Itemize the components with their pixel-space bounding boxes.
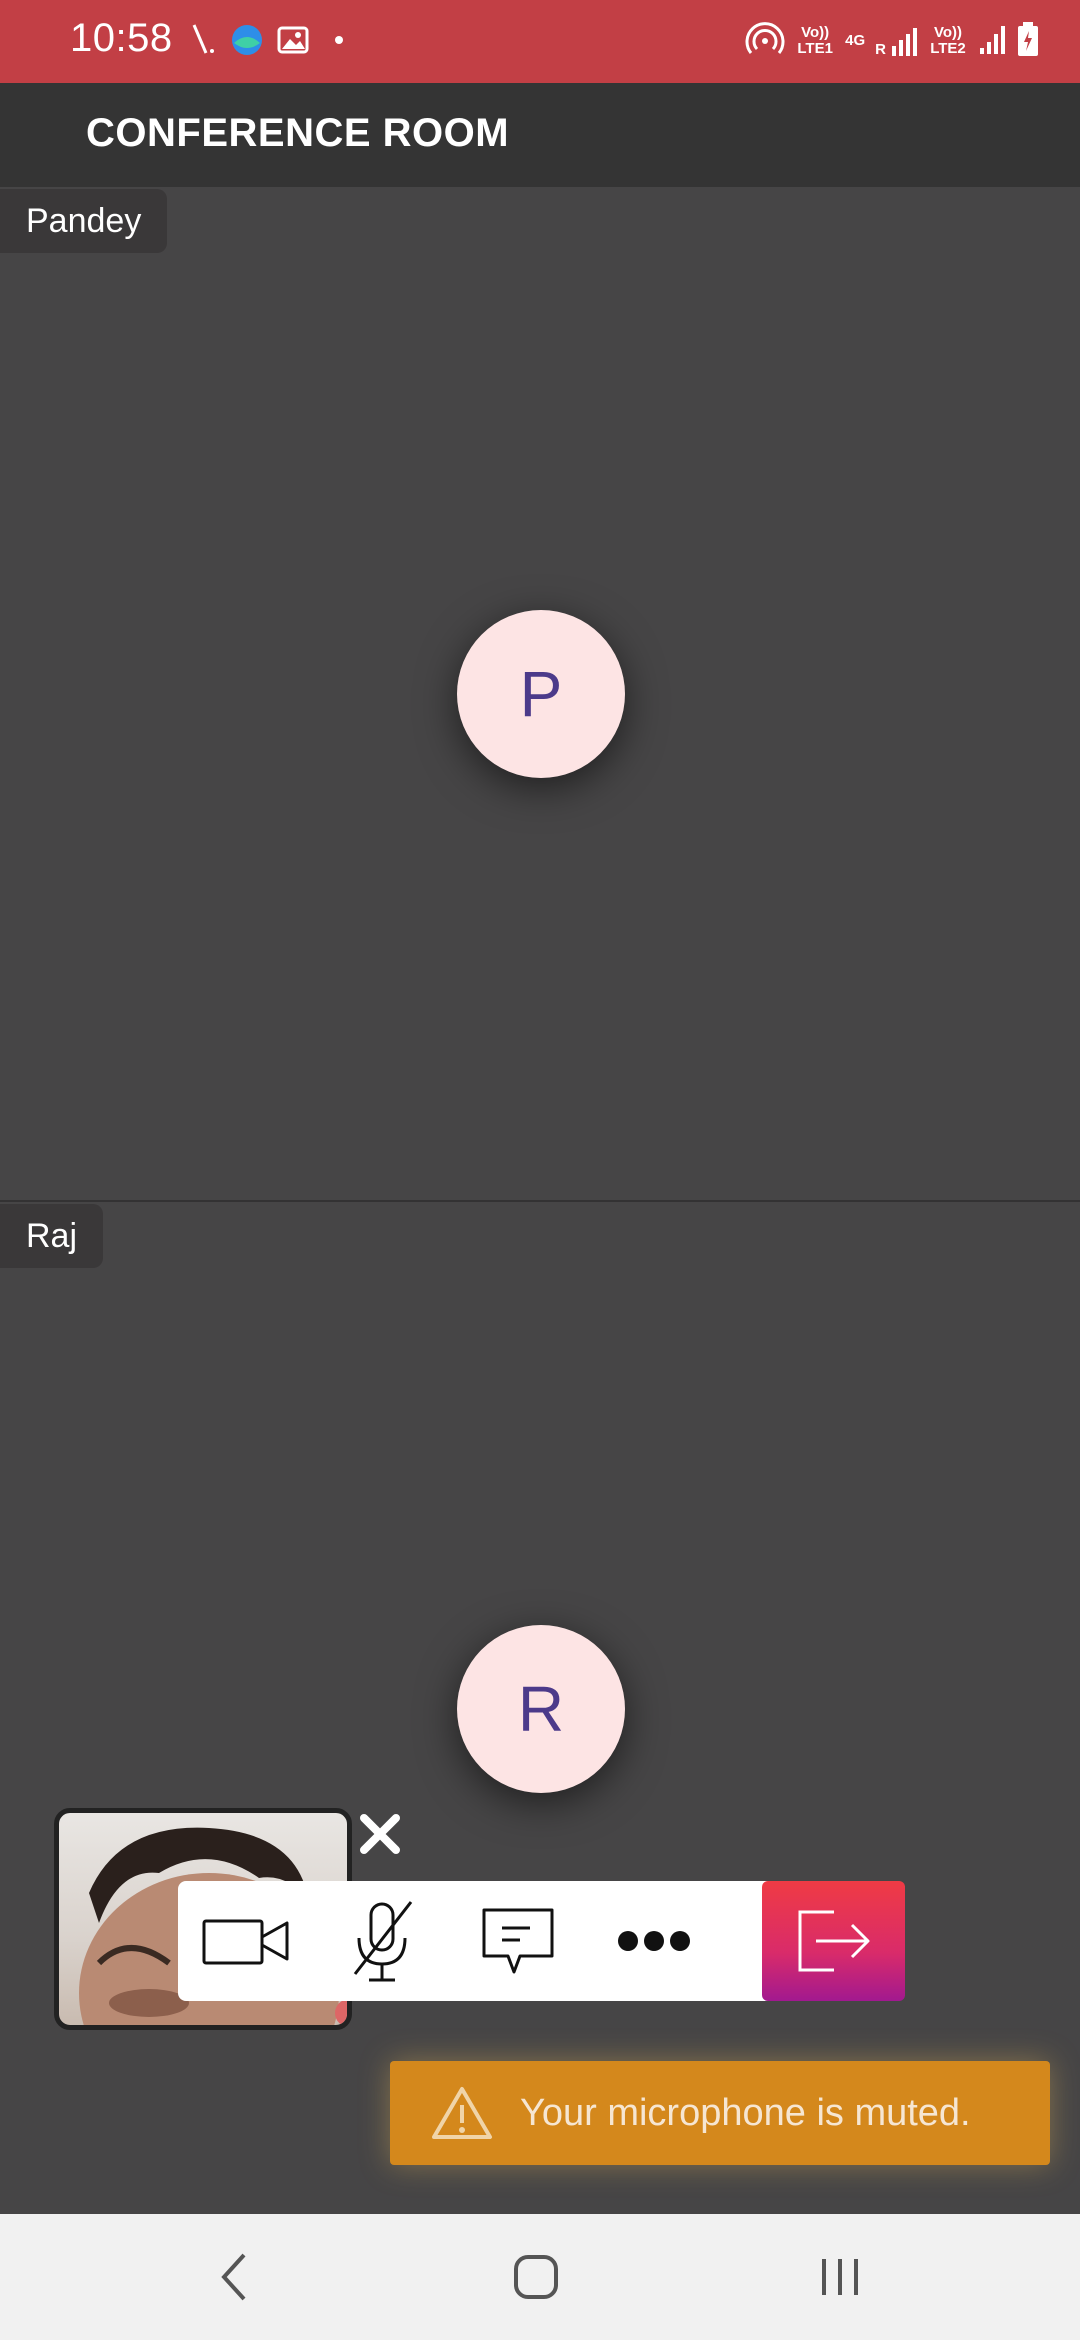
chat-icon xyxy=(482,1908,554,1974)
back-icon xyxy=(221,2253,246,2301)
mic-muted-toast: Your microphone is muted. xyxy=(390,2061,1050,2165)
participant-name: Pandey xyxy=(0,189,168,253)
nav-recents-button[interactable] xyxy=(770,2214,910,2340)
chat-button[interactable] xyxy=(450,1881,586,2001)
close-icon xyxy=(360,1814,400,1854)
more-icon xyxy=(618,1931,690,1951)
call-controls xyxy=(178,1881,905,2001)
status-time: 10:58 xyxy=(70,16,173,60)
avatar: P xyxy=(457,610,625,778)
dot-icon xyxy=(322,23,356,62)
page-title: CONFERENCE ROOM xyxy=(86,111,510,155)
mic-muted-icon xyxy=(353,1901,413,1982)
avatar: R xyxy=(457,1625,625,1793)
status-bar: 10:58 Vo)) LTE1 4G R Vo)) LTE2 xyxy=(0,0,1080,83)
signal-icon: R xyxy=(875,24,918,58)
roaming-label: R xyxy=(875,41,886,58)
home-icon xyxy=(514,2255,558,2299)
nav-home-button[interactable] xyxy=(466,2214,606,2340)
warning-icon xyxy=(432,2087,492,2139)
network-type: 4G xyxy=(845,32,866,49)
video-toggle-button[interactable] xyxy=(178,1881,314,2001)
signal-2-icon xyxy=(978,22,1006,61)
sim1-label: Vo)) LTE1 xyxy=(797,24,833,57)
nav-back-button[interactable] xyxy=(164,2214,304,2340)
app-header: CONFERENCE ROOM xyxy=(0,83,1080,187)
status-right-icons: Vo)) LTE1 4G R Vo)) LTE2 xyxy=(745,18,1040,64)
leave-call-button[interactable] xyxy=(762,1881,905,2001)
leave-icon xyxy=(798,1910,869,1972)
video-camera-icon xyxy=(202,1919,289,1965)
more-options-button[interactable] xyxy=(586,1881,722,2001)
status-left-icons xyxy=(190,22,356,62)
system-nav-bar xyxy=(0,2214,1080,2340)
gallery-icon xyxy=(276,23,310,62)
sim2-label: Vo)) LTE2 xyxy=(930,24,966,57)
close-self-view-button[interactable] xyxy=(352,1806,408,1862)
hotspot-icon xyxy=(745,19,785,64)
toast-message: Your microphone is muted. xyxy=(520,2091,971,2134)
pen-icon xyxy=(190,23,218,62)
participant-tile[interactable]: Pandey P xyxy=(0,187,1080,1200)
battery-icon xyxy=(1016,21,1040,62)
recents-icon xyxy=(822,2259,858,2295)
mic-toggle-button[interactable] xyxy=(314,1881,450,2001)
participant-name: Raj xyxy=(0,1204,104,1268)
app-notification-icon xyxy=(230,23,264,62)
